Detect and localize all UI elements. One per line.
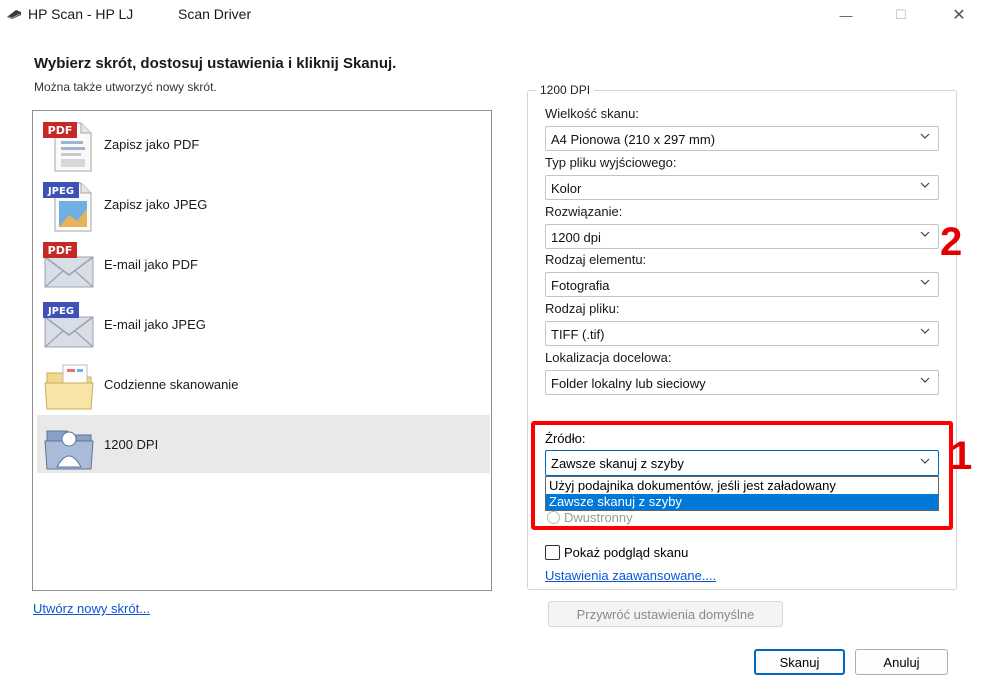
chevron-down-icon xyxy=(920,328,930,334)
chevron-down-icon xyxy=(920,133,930,139)
folder-icon xyxy=(44,364,94,410)
shortcut-label: Zapisz jako PDF xyxy=(104,136,200,152)
jpeg-image-icon: JPEG xyxy=(43,182,92,232)
minimize-icon: — xyxy=(839,7,853,23)
shortcut-label: E-mail jako JPEG xyxy=(104,316,206,332)
item-type-select[interactable]: Fotografia xyxy=(545,272,939,297)
scan-size-label: Wielkość skanu: xyxy=(545,106,639,121)
preview-checkbox-row[interactable]: Pokaż podgląd skanu xyxy=(545,545,688,560)
select-value: Folder lokalny lub sieciowy xyxy=(551,376,706,391)
close-icon: ✕ xyxy=(952,7,966,24)
maximize-icon: ☐ xyxy=(895,7,907,22)
pdf-badge: PDF xyxy=(48,124,73,137)
shortcut-daily-scan[interactable]: Codzienne skanowanie xyxy=(37,355,490,413)
annotation-callout-1: 1 xyxy=(950,434,973,478)
annotation-callout-2: 2 xyxy=(940,220,963,264)
cancel-button[interactable]: Anuluj xyxy=(855,649,948,675)
scan-size-select[interactable]: A4 Pionowa (210 x 297 mm) xyxy=(545,126,939,151)
select-value: Fotografia xyxy=(551,278,610,293)
destination-label: Lokalizacja docelowa: xyxy=(545,350,672,365)
shortcut-label: Codzienne skanowanie xyxy=(104,376,239,392)
scanner-app-icon xyxy=(7,10,21,19)
shortcut-save-pdf[interactable]: PDF Zapisz jako PDF xyxy=(37,115,490,173)
destination-select[interactable]: Folder lokalny lub sieciowy xyxy=(545,370,939,395)
jpeg-badge: JPEG xyxy=(47,186,74,197)
file-type-label: Rodzaj pliku: xyxy=(545,301,620,316)
shortcut-list[interactable]: PDF Zapisz jako PDF JPEG Zapisz jako JPE… xyxy=(32,110,492,591)
pdf-email-icon: PDF xyxy=(43,242,94,288)
settings-group-title: 1200 DPI xyxy=(536,83,595,97)
output-type-label: Typ pliku wyjściowego: xyxy=(545,155,677,170)
shortcut-1200dpi[interactable]: 1200 DPI xyxy=(37,415,490,473)
shortcut-email-jpeg[interactable]: JPEG E-mail jako JPEG xyxy=(37,295,490,353)
resolution-select[interactable]: 1200 dpi xyxy=(545,224,939,249)
preview-checkbox[interactable] xyxy=(545,545,560,560)
close-button[interactable]: ✕ xyxy=(936,0,982,30)
annotation-highlight-box xyxy=(531,421,953,530)
page-title: Wybierz skrót, dostosuj ustawienia i kli… xyxy=(34,55,397,72)
chevron-down-icon xyxy=(920,182,930,188)
select-value: A4 Pionowa (210 x 297 mm) xyxy=(551,132,716,147)
preview-label: Pokaż podgląd skanu xyxy=(564,545,689,560)
select-value: TIFF (.tif) xyxy=(551,327,605,342)
window-title: HP Scan - HP LJ xyxy=(28,6,134,22)
resolution-label: Rozwiązanie: xyxy=(545,204,623,219)
title-bar: HP Scan - HP LJ Scan Driver — ☐ ✕ xyxy=(0,0,987,30)
pdf-document-icon: PDF xyxy=(43,122,92,172)
select-value: 1200 dpi xyxy=(551,230,601,245)
shortcut-label: 1200 DPI xyxy=(104,436,159,452)
chevron-down-icon xyxy=(920,377,930,383)
jpeg-badge: JPEG xyxy=(47,306,74,317)
shortcut-email-pdf[interactable]: PDF E-mail jako PDF xyxy=(37,235,490,293)
minimize-button[interactable]: — xyxy=(823,0,869,30)
pdf-badge: PDF xyxy=(48,244,73,257)
shortcut-label: E-mail jako PDF xyxy=(104,256,198,272)
chevron-down-icon xyxy=(920,279,930,285)
output-type-select[interactable]: Kolor xyxy=(545,175,939,200)
scan-button[interactable]: Skanuj xyxy=(754,649,845,675)
window-subtitle: Scan Driver xyxy=(178,6,252,22)
page-subtitle: Można także utworzyć nowy skrót. xyxy=(34,80,217,94)
create-shortcut-link[interactable]: Utwórz nowy skrót... xyxy=(33,601,150,616)
advanced-settings-link[interactable]: Ustawienia zaawansowane.... xyxy=(545,568,716,583)
item-type-label: Rodzaj elementu: xyxy=(545,252,647,267)
maximize-button[interactable]: ☐ xyxy=(878,0,924,30)
select-value: Kolor xyxy=(551,181,582,196)
chevron-down-icon xyxy=(920,231,930,237)
scan-photo-icon xyxy=(44,430,94,470)
shortcut-label: Zapisz jako JPEG xyxy=(104,196,208,212)
file-type-select[interactable]: TIFF (.tif) xyxy=(545,321,939,346)
restore-defaults-button[interactable]: Przywróć ustawienia domyślne xyxy=(548,601,783,627)
jpeg-email-icon: JPEG xyxy=(43,302,94,348)
shortcut-save-jpeg[interactable]: JPEG Zapisz jako JPEG xyxy=(37,175,490,233)
